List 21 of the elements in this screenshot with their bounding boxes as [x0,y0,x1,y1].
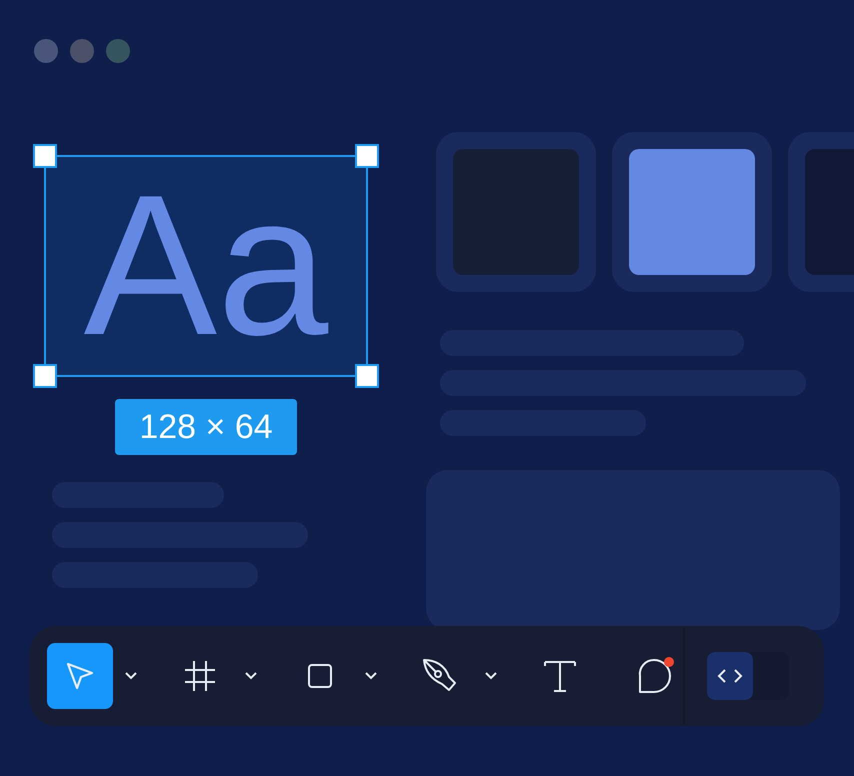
caret-icon [485,672,497,680]
text-icon [543,659,577,693]
frame-icon [183,659,217,693]
resize-handle[interactable] [33,144,57,168]
resize-handle[interactable] [355,144,379,168]
comment-bubble-icon [636,658,672,694]
square-icon [307,663,333,689]
caret-icon [365,672,377,680]
window-dot [70,39,94,63]
window-dot [34,39,58,63]
swatch-card[interactable] [612,132,772,292]
caret-icon [125,672,137,680]
resize-handle[interactable] [33,364,57,388]
swatch-card[interactable] [436,132,596,292]
dimension-label: 128 × 64 [115,399,297,455]
resize-handle[interactable] [355,364,379,388]
code-icon [717,668,743,684]
select-tool-button[interactable] [47,643,113,709]
window-dot [106,39,130,63]
code-toggle[interactable] [707,652,789,700]
caret-icon [245,672,257,680]
